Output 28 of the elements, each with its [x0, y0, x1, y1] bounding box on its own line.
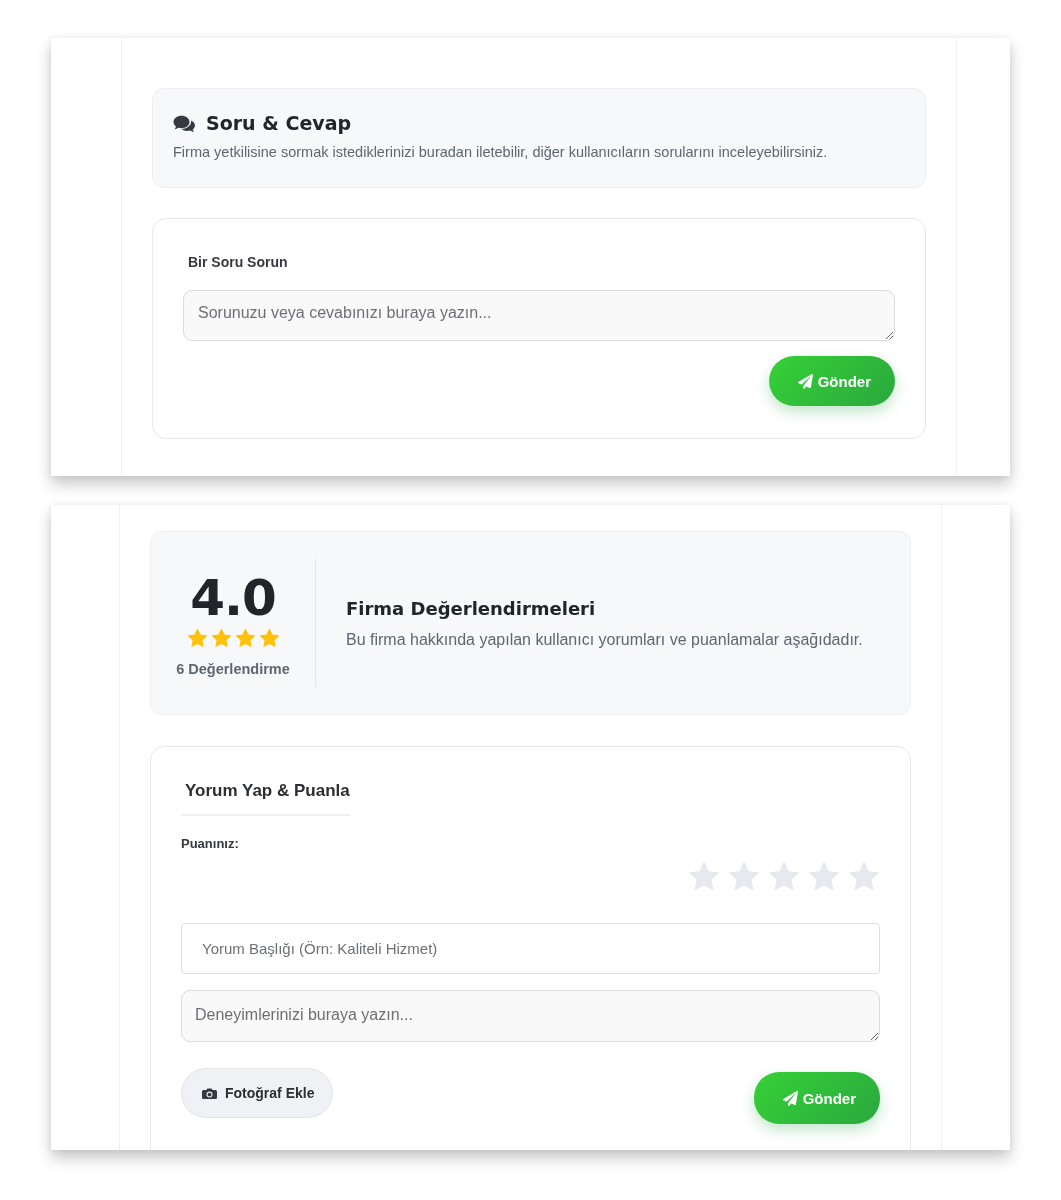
send-button[interactable]: Gönder	[768, 356, 895, 406]
star-icon[interactable]	[848, 861, 880, 893]
star-icon[interactable]	[688, 861, 720, 893]
paper-plane-icon	[797, 373, 813, 389]
rating-count: 6 Değerlendirme	[176, 660, 290, 677]
review-textarea[interactable]: Deneyimlerinizi buraya yazın...	[181, 990, 880, 1042]
paper-plane-icon	[782, 1090, 798, 1106]
rating-score: 4.0	[190, 569, 276, 626]
speech-bubbles-icon	[173, 113, 196, 133]
send-button[interactable]: Gönder	[753, 1072, 880, 1124]
star-icon	[258, 627, 280, 649]
star-icon[interactable]	[768, 861, 800, 893]
summary-description: Bu firma hakkında yapılan kullanıcı yorumları ve puanlamalar aşağıdadır.	[346, 630, 863, 649]
star-icon	[186, 627, 208, 649]
star-icon	[234, 627, 256, 649]
star-icon	[210, 627, 232, 649]
star-icon[interactable]	[728, 861, 760, 893]
summary-title: Firma Değerlendirmeleri	[346, 597, 597, 619]
review-title-input[interactable]: Yorum Başlığı (Örn: Kaliteli Hizmet)	[181, 923, 880, 974]
rating-label: Puanınız:	[181, 836, 240, 851]
form-title: Yorum Yap & Puanla	[181, 773, 350, 816]
section-title: Soru & Cevap	[206, 112, 352, 134]
section-description: Firma yetkilisine sormak istediklerinizi buradan iletebilir, diğer kullanıcıların sorularını inceleyebilirsiniz.	[173, 144, 829, 160]
star-icon[interactable]	[808, 861, 840, 893]
camera-icon	[202, 1086, 217, 1100]
form-label: Bir Soru Sorun	[187, 254, 289, 270]
question-textarea[interactable]: Sorunuzu veya cevabınızı buraya yazın...	[183, 290, 895, 341]
add-photo-button[interactable]: Fotoğraf Ekle	[181, 1068, 334, 1118]
